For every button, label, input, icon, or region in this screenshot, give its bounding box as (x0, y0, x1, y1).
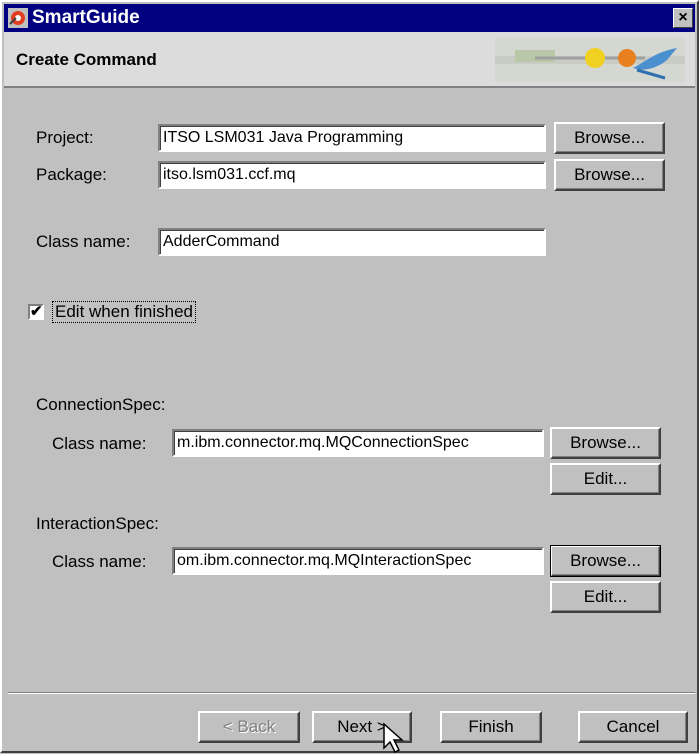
interaction-spec-heading: InteractionSpec: (36, 514, 159, 533)
connection-spec-class-field[interactable]: m.ibm.connector.mq.MQConnectionSpec (172, 429, 544, 457)
interaction-spec-browse-button[interactable]: Browse... (550, 545, 661, 577)
package-label: Package: (36, 165, 107, 184)
banner: Create Command (4, 32, 695, 88)
connection-spec-browse-button[interactable]: Browse... (550, 427, 661, 459)
project-label: Project: (36, 128, 94, 147)
window-title: SmartGuide (32, 7, 140, 28)
back-button[interactable]: < Back (198, 711, 300, 743)
mouse-pointer-icon (383, 722, 404, 754)
cancel-button[interactable]: Cancel (578, 711, 688, 743)
connection-spec-edit-button[interactable]: Edit... (550, 463, 661, 495)
class-name-label: Class name: (36, 232, 131, 251)
smartguide-icon (8, 8, 28, 28)
edit-when-finished-label[interactable]: Edit when finished (52, 301, 196, 323)
interaction-spec-edit-button[interactable]: Edit... (550, 581, 661, 613)
edit-when-finished-checkbox[interactable]: ✔ (28, 303, 44, 320)
checkmark-icon: ✔ (30, 303, 43, 320)
smartguide-window: SmartGuide × Create Command Project: ITS… (0, 0, 699, 754)
finish-button[interactable]: Finish (440, 711, 542, 743)
footer-separator (8, 692, 695, 694)
title-bar: SmartGuide × (4, 4, 695, 32)
class-name-field[interactable]: AdderCommand (158, 228, 546, 256)
interaction-spec-class-label: Class name: (52, 552, 147, 571)
package-browse-button[interactable]: Browse... (554, 159, 665, 191)
connection-spec-heading: ConnectionSpec: (36, 395, 166, 414)
close-icon[interactable]: × (673, 8, 693, 28)
connection-spec-class-label: Class name: (52, 434, 147, 453)
package-field[interactable]: itso.lsm031.ccf.mq (158, 161, 546, 189)
project-field[interactable]: ITSO LSM031 Java Programming (158, 124, 546, 152)
interaction-spec-class-field[interactable]: om.ibm.connector.mq.MQInteractionSpec (172, 547, 544, 575)
smartguide-logo (495, 38, 685, 82)
banner-title: Create Command (16, 50, 157, 69)
project-browse-button[interactable]: Browse... (554, 122, 665, 154)
